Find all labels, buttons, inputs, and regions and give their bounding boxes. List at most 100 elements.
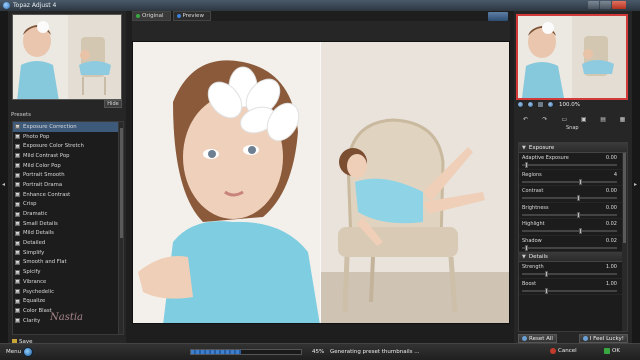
slider-track[interactable]	[522, 273, 617, 275]
cancel-button[interactable]: Cancel	[550, 348, 577, 354]
settings-icon[interactable]: ▦	[619, 116, 626, 123]
slider-track[interactable]	[522, 213, 617, 216]
preset-item[interactable]: Spicify	[13, 267, 123, 277]
collapse-right-icon[interactable]: ▸	[634, 181, 637, 188]
slider-value[interactable]: 4	[614, 172, 617, 178]
preset-item[interactable]: Photo Pop	[13, 132, 123, 142]
slider-knob[interactable]	[545, 287, 548, 294]
preset-item[interactable]: Portrait Drama	[13, 180, 123, 190]
preset-scrollbar[interactable]	[118, 122, 123, 334]
undo-icon[interactable]: ↶	[522, 116, 529, 123]
preset-item[interactable]: Mild Contrast Pop	[13, 151, 123, 161]
tab-preview-label: Preview	[182, 13, 204, 19]
navigator-thumbnail[interactable]	[12, 14, 122, 100]
lucky-icon	[582, 336, 588, 341]
left-collapse-edge[interactable]: ◂	[0, 11, 8, 343]
collapse-left-icon[interactable]: ◂	[2, 181, 5, 188]
preset-item[interactable]: Dramatic	[13, 209, 123, 219]
slider-value[interactable]: 0.00	[606, 205, 617, 211]
preset-label: Exposure Correction	[23, 123, 77, 130]
slider-label: Adaptive Exposure	[522, 155, 569, 161]
preset-label: Simplify	[23, 249, 45, 256]
slider-knob[interactable]	[579, 178, 583, 185]
adjustment-scrollbar[interactable]	[622, 153, 627, 331]
preset-thumb-icon	[15, 134, 20, 140]
reset-all-button[interactable]: Reset All	[518, 334, 557, 343]
slider-knob[interactable]	[524, 162, 528, 168]
menu-orb-icon	[23, 347, 34, 357]
slider-track[interactable]	[522, 164, 617, 166]
close-icon[interactable]	[612, 1, 626, 9]
image-canvas[interactable]	[132, 41, 510, 324]
maximize-icon[interactable]	[600, 1, 611, 9]
preset-item[interactable]: Mild Details	[13, 229, 123, 239]
menu-label: Menu	[6, 349, 22, 355]
slider-track[interactable]	[522, 246, 617, 249]
tab-original[interactable]: Original	[132, 11, 171, 21]
preset-item[interactable]: Equalize	[13, 296, 123, 306]
app-icon	[3, 2, 10, 9]
preset-item[interactable]: Small Details	[13, 219, 123, 229]
slider-knob[interactable]	[545, 271, 548, 277]
slider-row: Strength 1.00	[519, 262, 627, 279]
slider-track[interactable]	[522, 180, 617, 183]
slider-knob[interactable]	[579, 228, 583, 234]
zoom-actual-icon[interactable]	[547, 101, 554, 108]
slider-value[interactable]: 0.02	[606, 238, 617, 244]
details-section-header[interactable]: ▼ Details	[519, 252, 627, 262]
slider-knob[interactable]	[577, 211, 581, 218]
zoom-out-icon[interactable]	[517, 101, 524, 108]
preset-thumb-icon	[15, 318, 20, 324]
zoom-controls: 100.0%	[517, 101, 580, 108]
slider-value[interactable]: 0.00	[606, 188, 617, 194]
preset-item[interactable]: Exposure Color Stretch	[13, 141, 123, 151]
exposure-sliders: Adaptive Exposure 0.00 Regions 4 Contrast 0.0…	[519, 153, 627, 252]
tool-row: ↶ ↷ ▭ ▣ ▤ ▦	[522, 116, 626, 123]
ok-icon	[604, 348, 610, 354]
snap-icon[interactable]: ▣	[580, 116, 587, 123]
slider-knob[interactable]	[577, 195, 581, 201]
history-icon[interactable]: ▭	[561, 116, 568, 123]
preset-item[interactable]: Psychedelic	[13, 287, 123, 297]
status-bar: Menu 45% Generating preset thumbnails ..…	[0, 343, 640, 360]
preset-label: Detailed	[23, 240, 46, 247]
zoom-in-icon[interactable]	[527, 101, 534, 108]
preview-photo	[518, 16, 626, 98]
preset-item[interactable]: Simplify	[13, 248, 123, 258]
slider-track[interactable]	[522, 289, 617, 292]
preset-item[interactable]: Smooth and Flat	[13, 258, 123, 268]
slider-value[interactable]: 1.00	[606, 264, 617, 270]
preset-label: Crisp	[23, 201, 37, 208]
exposure-section-header[interactable]: ▼ Exposure	[519, 143, 627, 153]
preset-item[interactable]: Detailed	[13, 238, 123, 248]
minimize-icon[interactable]	[588, 1, 599, 9]
slider-track[interactable]	[522, 230, 617, 232]
compare-icon[interactable]: ▤	[600, 116, 607, 123]
slider-label: Brightness	[522, 204, 549, 211]
preset-label: Mild Details	[23, 230, 54, 237]
preset-item[interactable]: Crisp	[13, 200, 123, 210]
ok-button[interactable]: OK	[604, 348, 620, 354]
preset-item[interactable]: Enhance Contrast	[13, 190, 123, 200]
tab-preview[interactable]: Preview	[172, 11, 211, 21]
slider-value[interactable]: 0.02	[606, 221, 617, 227]
preset-item[interactable]: Mild Color Pop	[13, 161, 123, 171]
slider-value[interactable]: 0.00	[606, 155, 617, 161]
preview-dot-icon	[176, 14, 181, 18]
slider-label: Strength	[522, 264, 544, 270]
slider-knob[interactable]	[524, 244, 528, 251]
preset-item[interactable]: Exposure Correction	[13, 122, 123, 132]
before-after-divider[interactable]	[320, 42, 321, 323]
menu-button[interactable]: Menu	[6, 347, 34, 357]
preview-thumbnail[interactable]	[516, 14, 628, 100]
redo-icon[interactable]: ↷	[541, 116, 548, 123]
right-collapse-edge[interactable]: ▸	[632, 11, 640, 343]
feel-lucky-button[interactable]: I Feel Lucky!	[578, 334, 628, 343]
preset-item[interactable]: Portrait Smooth	[13, 170, 123, 180]
tab-original-label: Original	[142, 13, 164, 19]
slider-track[interactable]	[522, 197, 617, 199]
hide-button[interactable]: Hide	[104, 100, 122, 108]
preset-item[interactable]: Vibrance	[13, 277, 123, 287]
slider-value[interactable]: 1.00	[606, 281, 617, 287]
zoom-fit-icon[interactable]	[537, 101, 544, 108]
